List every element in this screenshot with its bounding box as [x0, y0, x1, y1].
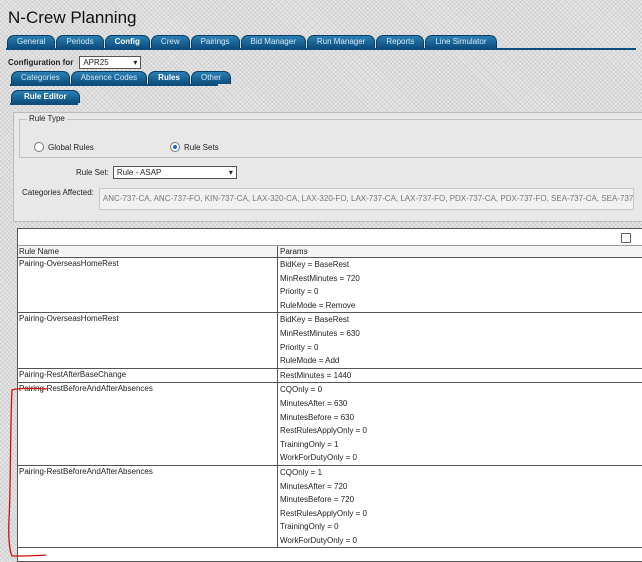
radio-rule-sets-label: Rule Sets — [184, 142, 219, 152]
column-header-rule-name[interactable]: Rule Name — [18, 246, 277, 257]
rule-name-cell: Pairing-RestBeforeAndAfterAbsences — [19, 384, 153, 394]
rules-grid: Rule Name Params Pairing-OverseasHomeRes… — [17, 228, 642, 562]
table-row[interactable]: Pairing-RestBeforeAndAfterAbsences CQOnly… — [18, 465, 642, 549]
configuration-selector: Configuration for APR25 ▾ — [8, 56, 142, 69]
tab-pairings[interactable]: Pairings — [190, 35, 240, 48]
rule-set-selector: Rule Set: Rule - ASAP ▾ — [76, 166, 237, 179]
rule-type-group: Rule Type Global Rules Rule Sets — [19, 114, 642, 158]
param-line: WorkForDutyOnly = 0 — [277, 451, 642, 465]
radio-global-rules[interactable]: Global Rules — [34, 142, 94, 152]
params-cell: RestMinutes = 1440 — [277, 368, 642, 383]
table-row[interactable]: Pairing-RestBeforeAndAfterAbsences CQOnly… — [18, 383, 642, 466]
select-all-checkbox[interactable] — [621, 233, 631, 243]
rule-set-label: Rule Set: — [76, 168, 109, 177]
editor-tab-bar: Rule Editor — [11, 90, 81, 103]
param-line: BidKey = BaseRest — [277, 313, 642, 327]
grid-header: Rule Name Params — [18, 246, 642, 258]
chevron-down-icon: ▾ — [228, 168, 233, 177]
tab-other[interactable]: Other — [190, 71, 231, 84]
tab-periods[interactable]: Periods — [56, 35, 104, 48]
categories-affected-label: Categories Affected: — [22, 188, 94, 197]
params-cell: BidKey = BaseRest MinRestMinutes = 630 Pri… — [277, 313, 642, 368]
param-line: RestRulesApplyOnly = 0 — [277, 506, 642, 521]
categories-affected: Categories Affected: ANC-737-CA, ANC-737… — [22, 188, 634, 210]
param-line: Priority = 0 — [277, 340, 642, 355]
param-line: CQOnly = 0 — [277, 383, 642, 397]
configuration-label: Configuration for — [8, 58, 74, 67]
tab-absence-codes[interactable]: Absence Codes — [70, 71, 148, 84]
rule-type-legend: Rule Type — [27, 114, 67, 123]
main-tab-bar: General Periods Config Crew Pairings Bid Mana… — [7, 35, 498, 48]
categories-affected-box: ANC-737-CA, ANC-737-FO, KIN-737-CA, LAX-… — [98, 188, 634, 210]
radio-rule-sets-icon — [170, 142, 180, 152]
params-cell: CQOnly = 1 MinutesAfter = 720 MinutesBefor… — [277, 465, 642, 548]
sub-tab-strip — [10, 84, 218, 86]
app-title: N-Crew Planning — [8, 8, 137, 27]
param-line: RestMinutes = 1440 — [277, 368, 642, 383]
tab-rules[interactable]: Rules — [148, 71, 190, 84]
tab-config[interactable]: Config — [104, 35, 150, 48]
param-line: RuleMode = Add — [277, 354, 642, 368]
tab-run-manager[interactable]: Run Manager — [306, 35, 376, 48]
grid-body: Pairing-OverseasHomeRest BidKey = BaseRes… — [18, 258, 642, 549]
param-line: RestRulesApplyOnly = 0 — [277, 424, 642, 438]
tab-reports[interactable]: Reports — [376, 35, 425, 48]
tab-general[interactable]: General — [7, 35, 56, 48]
tab-categories[interactable]: Categories — [11, 71, 70, 84]
main-tab-strip — [6, 48, 636, 50]
rule-name-cell: Pairing-OverseasHomeRest — [19, 314, 119, 324]
table-row[interactable]: Pairing-OverseasHomeRest BidKey = BaseRes… — [18, 313, 642, 369]
rule-editor-panel: Rule Type Global Rules Rule Sets Rule Se… — [13, 112, 642, 222]
params-cell: CQOnly = 0 MinutesAfter = 630 MinutesBefor… — [277, 383, 642, 465]
tab-crew[interactable]: Crew — [150, 35, 190, 48]
configuration-dropdown[interactable]: APR25 ▾ — [79, 56, 142, 69]
params-cell: BidKey = BaseRest MinRestMinutes = 720 Pri… — [277, 258, 642, 313]
tab-bid-manager[interactable]: Bid Manager — [240, 35, 306, 48]
param-line: WorkForDutyOnly = 0 — [277, 533, 642, 548]
editor-tab-strip — [10, 103, 78, 105]
chevron-down-icon: ▾ — [133, 58, 138, 67]
param-line: Priority = 0 — [277, 285, 642, 299]
param-line: MinutesAfter = 630 — [277, 396, 642, 411]
param-line: MinutesBefore = 630 — [277, 410, 642, 425]
column-header-params[interactable]: Params — [277, 246, 642, 257]
tab-rule-editor[interactable]: Rule Editor — [11, 90, 80, 103]
rule-name-cell: Pairing-OverseasHomeRest — [19, 259, 119, 268]
param-line: RuleMode = Remove — [277, 298, 642, 313]
rule-name-cell: Pairing-RestAfterBaseChange — [19, 369, 127, 379]
param-line: TrainingOnly = 0 — [277, 520, 642, 534]
param-line: MinRestMinutes = 720 — [277, 271, 642, 286]
table-row[interactable]: Pairing-OverseasHomeRest BidKey = BaseRes… — [18, 258, 642, 314]
param-line: MinutesAfter = 720 — [277, 479, 642, 494]
rule-name-cell: Pairing-RestBeforeAndAfterAbsences — [19, 466, 153, 476]
grid-toolbar — [18, 229, 642, 246]
tab-line-simulator[interactable]: Line Simulator — [425, 35, 497, 48]
configuration-value: APR25 — [83, 58, 109, 67]
param-line: CQOnly = 1 — [277, 465, 642, 480]
sub-tab-bar: Categories Absence Codes Rules Other — [11, 71, 232, 84]
param-line: BidKey = BaseRest — [277, 258, 642, 272]
radio-rule-sets[interactable]: Rule Sets — [170, 142, 219, 152]
param-line: MinRestMinutes = 630 — [277, 326, 642, 341]
param-line: MinutesBefore = 720 — [277, 493, 642, 507]
rule-set-dropdown[interactable]: Rule - ASAP ▾ — [112, 166, 237, 179]
param-line: TrainingOnly = 1 — [277, 437, 642, 452]
radio-global-rules-label: Global Rules — [48, 142, 94, 152]
table-row[interactable]: Pairing-RestAfterBaseChange RestMinutes =… — [18, 368, 642, 384]
rule-set-value: Rule - ASAP — [116, 168, 162, 177]
radio-global-rules-icon — [34, 142, 44, 152]
